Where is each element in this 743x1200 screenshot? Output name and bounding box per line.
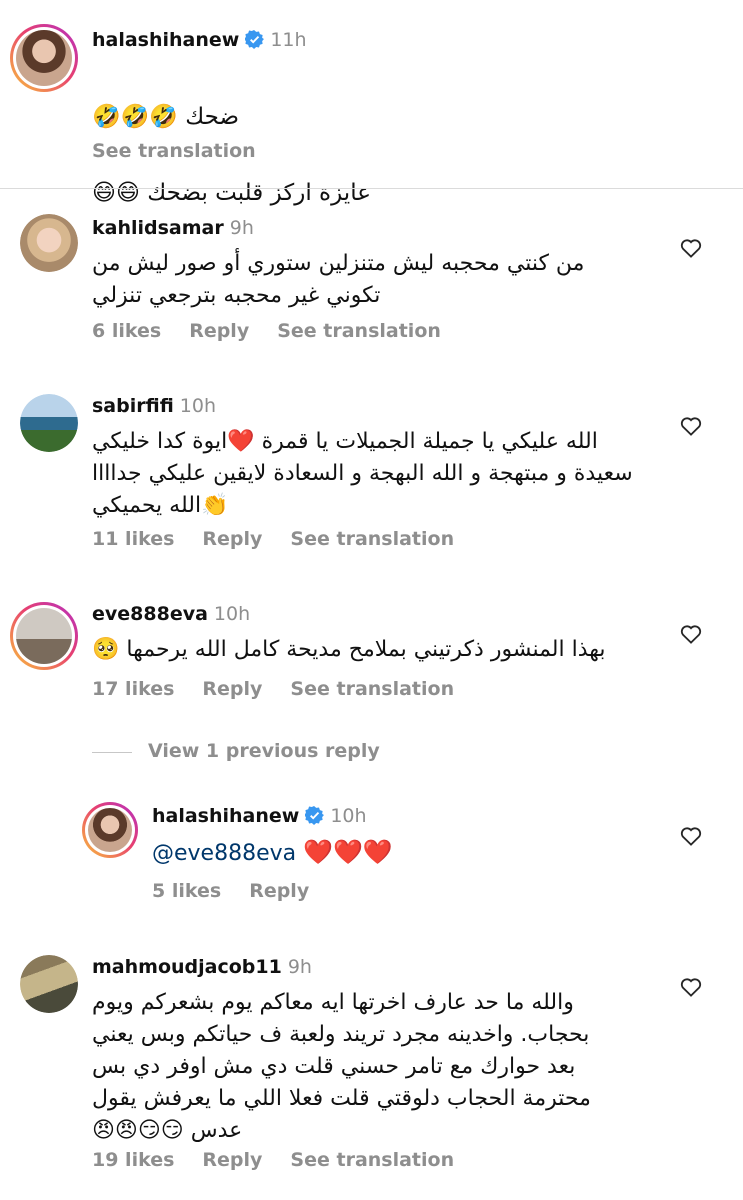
- username[interactable]: eve888eva: [92, 603, 208, 625]
- divider: [0, 188, 743, 189]
- reply-button[interactable]: Reply: [202, 1149, 262, 1171]
- comment-text: @eve888eva ❤️❤️❤️: [152, 836, 393, 870]
- like-heart-icon[interactable]: [680, 977, 702, 997]
- comment-header: eve888eva 10h: [92, 602, 250, 626]
- timestamp: 10h: [179, 395, 216, 417]
- see-translation-link[interactable]: See translation: [290, 678, 454, 700]
- comment-actions: 19 likes Reply See translation: [92, 1149, 482, 1171]
- avatar[interactable]: [10, 24, 78, 92]
- comment-header: halashihanew 10h: [152, 804, 367, 828]
- caption-line-1: ضحك 🤣🤣🤣: [92, 104, 239, 130]
- reply-button[interactable]: Reply: [202, 678, 262, 700]
- comment-item: halashihanew 11h ضحك 🤣🤣🤣 عايزة اركز قلبت …: [0, 0, 743, 206]
- comment-header: mahmoudjacob11 9h: [92, 955, 312, 979]
- avatar[interactable]: [82, 802, 138, 858]
- comment-text: من كنتي محجبه ليش متنزلين ستوري أو صور ل…: [92, 251, 585, 308]
- reply-button[interactable]: Reply: [249, 880, 309, 902]
- see-translation-link[interactable]: See translation: [92, 140, 256, 162]
- comment-item: eve888eva 10h بهذا المنشور ذكرتيني بملامح…: [0, 590, 743, 720]
- username[interactable]: halashihanew: [92, 29, 239, 51]
- comment-actions: 11 likes Reply See translation: [92, 528, 482, 550]
- verified-badge-icon: [305, 806, 325, 825]
- like-heart-icon[interactable]: [680, 238, 702, 258]
- see-translation-link[interactable]: See translation: [277, 320, 441, 342]
- avatar[interactable]: [20, 394, 78, 452]
- timestamp: 9h: [229, 217, 254, 239]
- replies-divider-line: [92, 752, 132, 753]
- avatar[interactable]: [10, 602, 78, 670]
- likes-count[interactable]: 17 likes: [92, 678, 174, 700]
- see-translation-link[interactable]: See translation: [290, 528, 454, 550]
- username[interactable]: mahmoudjacob11: [92, 956, 282, 978]
- timestamp: 10h: [213, 603, 251, 625]
- likes-count[interactable]: 6 likes: [92, 320, 161, 342]
- comment-header: sabirfifi 10h: [92, 394, 216, 418]
- like-heart-icon[interactable]: [680, 416, 702, 436]
- mention-link[interactable]: @eve888eva: [152, 841, 296, 866]
- username[interactable]: sabirfifi: [92, 395, 174, 417]
- verified-badge-icon: [245, 30, 265, 49]
- reply-button[interactable]: Reply: [189, 320, 249, 342]
- comment-text: الله عليكي يا جميلة الجميلات يا قمرة ❤️ا…: [92, 429, 633, 518]
- like-heart-icon[interactable]: [680, 624, 702, 644]
- comment-header: kahlidsamar 9h: [92, 216, 254, 240]
- timestamp: 9h: [287, 956, 312, 978]
- comment-item: mahmoudjacob11 9h والله ما حد عارف اخرتها…: [0, 945, 743, 1195]
- see-translation-link[interactable]: See translation: [290, 1149, 454, 1171]
- username[interactable]: halashihanew: [152, 805, 299, 827]
- avatar[interactable]: [20, 214, 78, 272]
- view-previous-replies-button[interactable]: View 1 previous reply: [148, 740, 380, 762]
- like-heart-icon[interactable]: [680, 826, 702, 846]
- likes-count[interactable]: 5 likes: [152, 880, 221, 902]
- likes-count[interactable]: 19 likes: [92, 1149, 174, 1171]
- reply-item: halashihanew 10h @eve888eva ❤️❤️❤️ 5 like…: [0, 790, 743, 920]
- comment-text: بهذا المنشور ذكرتيني بملامح مديحة كامل ا…: [92, 637, 606, 662]
- comment-item: sabirfifi 10h الله عليكي يا جميلة الجميلا…: [0, 380, 743, 580]
- heart-emojis: ❤️❤️❤️: [303, 838, 393, 866]
- timestamp: 11h: [270, 29, 307, 51]
- comment-text: والله ما حد عارف اخرتها ايه معاكم يوم بش…: [92, 990, 591, 1143]
- comment-actions: 5 likes Reply: [152, 880, 337, 902]
- timestamp: 10h: [330, 805, 367, 827]
- username[interactable]: kahlidsamar: [92, 217, 224, 239]
- avatar[interactable]: [20, 955, 78, 1013]
- comment-actions: 17 likes Reply See translation: [92, 678, 482, 700]
- comment-header: halashihanew 11h: [92, 28, 307, 52]
- likes-count[interactable]: 11 likes: [92, 528, 174, 550]
- reply-button[interactable]: Reply: [202, 528, 262, 550]
- comment-actions: 6 likes Reply See translation: [92, 320, 469, 342]
- comment-item: kahlidsamar 9h من كنتي محجبه ليش متنزلين …: [0, 190, 743, 370]
- comment-actions: See translation: [92, 140, 284, 162]
